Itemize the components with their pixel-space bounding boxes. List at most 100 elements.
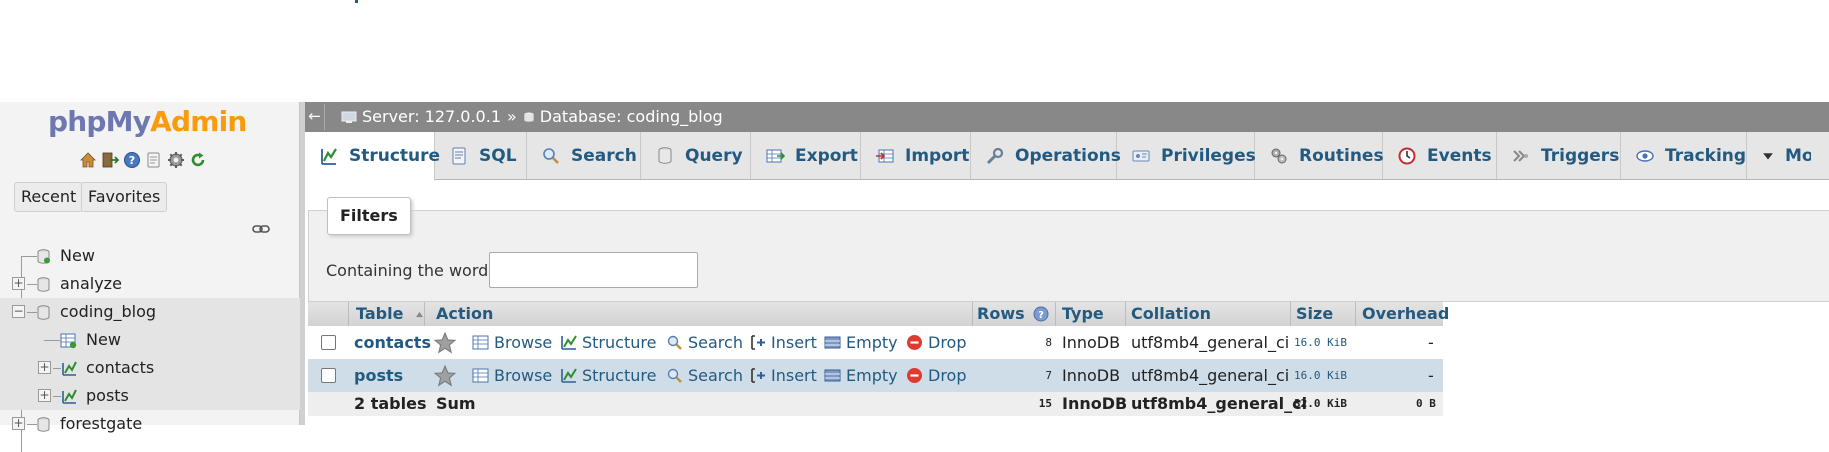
breadcrumb: Server: 127.0.0.1 » Database: coding_blo… (341, 102, 723, 132)
insert-action[interactable]: Insert (749, 359, 817, 392)
browse-action[interactable]: Browse (472, 359, 552, 392)
empty-action[interactable]: Empty (824, 359, 898, 392)
expand-forestgate-button[interactable]: + (12, 417, 25, 430)
search-icon (667, 368, 682, 383)
tab-triggers[interactable]: Triggers (1497, 132, 1621, 179)
type-header[interactable]: Type (1062, 302, 1104, 326)
default-engine: InnoDB (1062, 394, 1128, 413)
empty-table-icon (824, 369, 841, 382)
tree-item-contacts[interactable]: + contacts (0, 354, 300, 382)
overhead-total: 0 B (1416, 397, 1436, 410)
tree-item-new[interactable]: New (0, 242, 300, 270)
rows-header[interactable]: Rows ? (977, 302, 1049, 326)
help-icon[interactable]: ? (1033, 306, 1049, 322)
logout-icon[interactable] (100, 150, 120, 170)
settings-icon[interactable] (166, 150, 186, 170)
tab-operations[interactable]: Operations (971, 132, 1121, 179)
triggers-icon (1513, 149, 1528, 162)
drop-icon (907, 368, 922, 383)
browse-action[interactable]: Browse (472, 326, 552, 359)
search-icon (543, 147, 559, 164)
expand-posts-button[interactable]: + (38, 389, 51, 402)
tree-item-analyze[interactable]: + analyze (0, 270, 300, 298)
size-total: 32.0 KiB (1294, 397, 1347, 410)
tab-tracking[interactable]: Tracking (1621, 132, 1747, 179)
structure-action[interactable]: Structure (560, 326, 656, 359)
privileges-icon (1132, 150, 1150, 161)
home-icon[interactable] (78, 150, 98, 170)
insert-action[interactable]: Insert (749, 326, 817, 359)
tab-structure[interactable]: Structure (305, 132, 440, 181)
favorites-button[interactable]: Favorites (81, 182, 168, 212)
filter-input[interactable] (489, 252, 698, 288)
query-icon (658, 146, 672, 164)
tab-export[interactable]: Export (751, 132, 861, 179)
table-size-link[interactable]: 16.0 KiB (1294, 326, 1347, 359)
tab-events[interactable]: Events (1383, 132, 1497, 179)
server-icon (341, 111, 357, 123)
sql-icon (452, 147, 466, 164)
tab-more[interactable]: More (1747, 132, 1811, 179)
overhead-header[interactable]: Overhead (1362, 302, 1449, 326)
table-structure-icon (62, 389, 77, 404)
table-row: contacts Browse Structure Search Insert … (308, 326, 1443, 359)
tab-search[interactable]: Search (527, 132, 641, 179)
docs-icon[interactable] (144, 150, 164, 170)
link-icon[interactable] (252, 224, 270, 234)
new-table-icon (60, 333, 77, 349)
expand-contacts-button[interactable]: + (38, 361, 51, 374)
breadcrumb-server[interactable]: Server: 127.0.0.1 (362, 102, 501, 132)
phpmyadmin-logo[interactable]: phpMyAdmin (48, 104, 247, 140)
tab-privileges[interactable]: Privileges (1117, 132, 1256, 179)
table-size-link[interactable]: 16.0 KiB (1294, 359, 1347, 392)
row-count: 7 (1045, 369, 1052, 382)
tree-item-forestgate[interactable]: + forestgate (0, 410, 300, 438)
row-checkbox[interactable] (321, 335, 336, 350)
tab-import[interactable]: Import (861, 132, 971, 179)
tab-query[interactable]: Query (641, 132, 751, 179)
engine-type: InnoDB (1062, 333, 1121, 352)
default-collation: utf8mb4_general_ci (1131, 394, 1308, 413)
row-checkbox[interactable] (321, 368, 336, 383)
drop-action[interactable]: Drop (906, 359, 967, 392)
drop-action[interactable]: Drop (906, 326, 967, 359)
svg-text:?: ? (1038, 310, 1044, 321)
server-breadcrumb-bar: ← Server: 127.0.0.1 » Database: coding_b… (305, 102, 1829, 132)
help-icon[interactable]: ? (122, 150, 142, 170)
expand-analyze-button[interactable]: + (12, 277, 25, 290)
tree-item-new-table[interactable]: New (0, 326, 300, 354)
reload-icon[interactable] (188, 150, 208, 170)
collation-value: utf8mb4_general_ci (1131, 333, 1290, 352)
size-header[interactable]: Size (1296, 302, 1333, 326)
breadcrumb-database[interactable]: Database: coding_blog (540, 102, 723, 132)
tab-sql[interactable]: SQL (435, 132, 527, 179)
search-action[interactable]: Search (666, 359, 743, 392)
tab-routines[interactable]: Routines (1255, 132, 1384, 179)
tables-count: 2 tables (354, 394, 427, 413)
collapse-coding-blog-button[interactable]: − (12, 305, 25, 318)
table-name-link[interactable]: posts (354, 359, 403, 392)
tree-item-coding-blog[interactable]: − coding_blog (0, 298, 300, 326)
database-icon (37, 277, 50, 292)
recent-button[interactable]: Recent (14, 182, 84, 212)
table-structure-icon (62, 361, 77, 376)
collapse-navigation-button[interactable]: ← (305, 104, 325, 130)
sort-by-table-header[interactable]: Table (356, 302, 424, 326)
structure-action[interactable]: Structure (560, 359, 656, 392)
collation-header[interactable]: Collation (1131, 302, 1211, 326)
database-tree: New + analyze − coding_blog New + contac… (0, 242, 300, 452)
navigation-quick-icons: ? (78, 150, 208, 170)
tree-item-posts[interactable]: + posts (0, 382, 300, 410)
database-icon (37, 305, 50, 320)
new-database-icon (37, 249, 50, 264)
search-action[interactable]: Search (666, 326, 743, 359)
rows-total: 15 (1038, 397, 1052, 410)
insert-icon (751, 335, 765, 350)
empty-action[interactable]: Empty (824, 326, 898, 359)
table-name-link[interactable]: contacts (354, 326, 431, 359)
svg-text:?: ? (129, 154, 135, 167)
table-row: posts Browse Structure Search Insert Emp… (308, 359, 1443, 392)
tables-list: Table Action Rows ? Type Collation Size … (308, 302, 1449, 416)
browse-icon (472, 368, 489, 383)
routines-icon (1271, 148, 1287, 163)
